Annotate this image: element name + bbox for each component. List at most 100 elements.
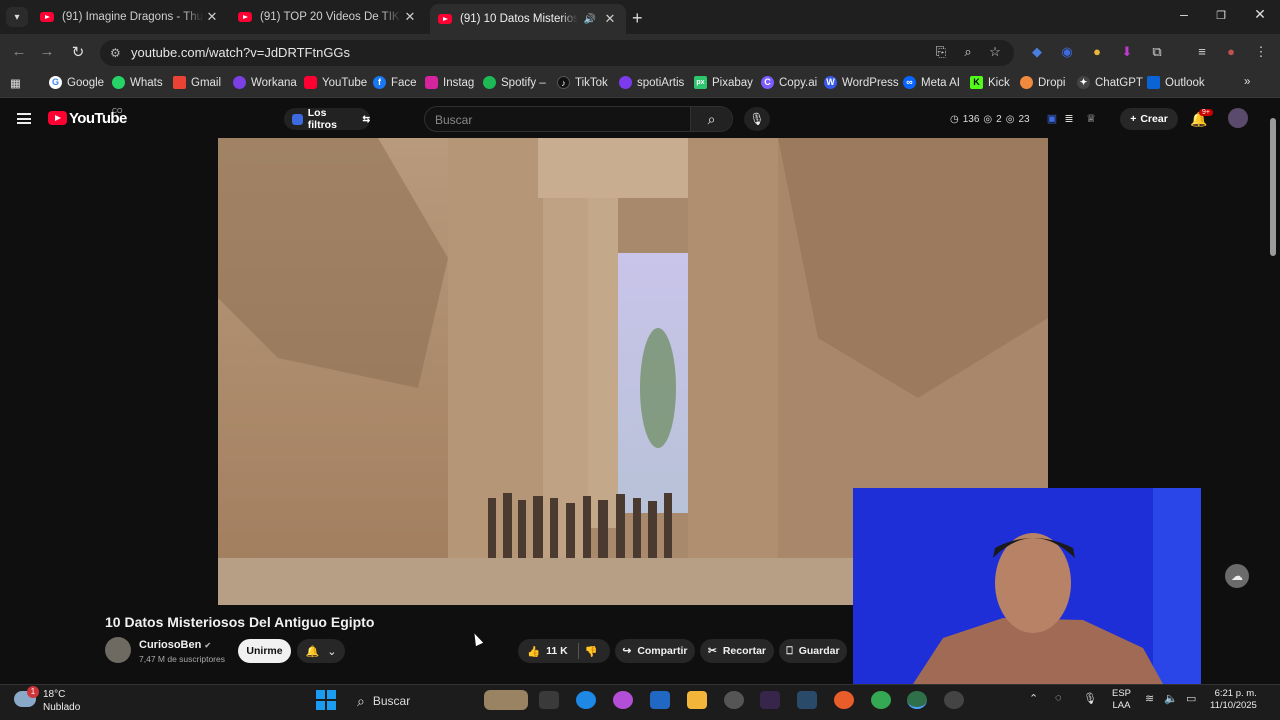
- chrome-icon[interactable]: [871, 691, 891, 709]
- minimize-button[interactable]: –: [1169, 6, 1199, 22]
- tab-search-menu-button[interactable]: ▾: [6, 7, 28, 27]
- audio-playing-icon[interactable]: 🔊: [584, 14, 596, 25]
- system-clock[interactable]: 6:21 p. m. 11/10/2025: [1210, 688, 1257, 712]
- extension-download-icon[interactable]: ⬇: [1118, 44, 1136, 60]
- bookmark-metaai[interactable]: ∞ Meta AI: [903, 76, 960, 89]
- bookmark-whats[interactable]: Whats: [112, 76, 163, 89]
- menu-hamburger-icon[interactable]: [17, 113, 31, 124]
- account-avatar[interactable]: [1228, 108, 1248, 128]
- channel-avatar[interactable]: [105, 637, 131, 663]
- mouse-cursor: [470, 631, 484, 647]
- close-window-button[interactable]: ✕: [1245, 6, 1275, 23]
- site-settings-icon[interactable]: ⚙: [110, 46, 121, 60]
- search-placeholder: Buscar: [435, 113, 473, 127]
- profile-avatar-icon[interactable]: ●: [1222, 44, 1240, 59]
- volume-icon[interactable]: 🔈: [1164, 692, 1178, 705]
- task-view-icon[interactable]: [539, 691, 559, 709]
- forward-button[interactable]: →: [37, 43, 57, 60]
- obs-recording-icon[interactable]: [944, 691, 964, 709]
- tab-close-icon[interactable]: ✕: [402, 9, 418, 25]
- vidiq-badge-icon[interactable]: ▣: [1043, 112, 1061, 125]
- bookmark-wordpress[interactable]: W WordPress: [824, 76, 899, 89]
- scrollbar-thumb[interactable]: [1270, 118, 1276, 256]
- extension-tag-icon[interactable]: ◆: [1028, 44, 1046, 60]
- battery-icon[interactable]: ▭: [1186, 692, 1196, 705]
- bookmark-spotiartis[interactable]: spotiArtis: [619, 76, 684, 89]
- tab-close-icon[interactable]: ✕: [204, 9, 220, 25]
- voice-search-mic-icon[interactable]: 🎙: [744, 107, 770, 131]
- edge-icon[interactable]: [576, 691, 596, 709]
- save-button[interactable]: ⎕ Guardar: [779, 639, 847, 663]
- search-highlight-image[interactable]: [484, 690, 528, 710]
- zoom-icon[interactable]: ⌕: [959, 44, 977, 60]
- chrome-active-icon[interactable]: [907, 691, 927, 709]
- address-bar[interactable]: ⚙ youtube.com/watch?v=JdDRTFtnGGs: [100, 40, 1014, 66]
- bookmark-dropi[interactable]: Dropi: [1020, 76, 1065, 89]
- back-button[interactable]: ←: [9, 43, 29, 60]
- install-app-icon[interactable]: ⎘: [932, 44, 950, 60]
- dislike-thumb-icon[interactable]: 👎: [585, 645, 598, 658]
- bookmark-youtube[interactable]: YouTube: [304, 76, 367, 89]
- new-tab-button[interactable]: +: [632, 8, 643, 29]
- bookmark-outlook[interactable]: Outlook: [1147, 76, 1205, 89]
- extension-vidiq-icon[interactable]: ◉: [1058, 44, 1076, 60]
- tray-chevron-up-icon[interactable]: ⌃: [1029, 692, 1038, 705]
- microphone-icon[interactable]: 🎙: [1083, 692, 1097, 705]
- browser-tab-3-active[interactable]: (91) 10 Datos Misteriosos De 🔊 ✕: [430, 4, 626, 34]
- bookmark-tiktok[interactable]: ♪ TikTok: [557, 76, 608, 89]
- bookmark-kick[interactable]: K Kick: [970, 76, 1010, 89]
- search-input[interactable]: Buscar ⌕: [424, 106, 733, 132]
- store-icon[interactable]: [650, 691, 670, 709]
- snipping-tool-icon[interactable]: [797, 691, 817, 709]
- floating-assistant-icon[interactable]: ☁: [1225, 564, 1249, 588]
- bookmark-spotify[interactable]: Spotify –: [483, 76, 546, 89]
- more-bookmarks-button[interactable]: »: [1244, 76, 1250, 88]
- bookmark-copyai[interactable]: C Copy.ai: [761, 76, 817, 89]
- list-icon[interactable]: ≣: [1060, 112, 1078, 125]
- browser-tab-1[interactable]: (91) Imagine Dragons - Thunder ✕: [32, 4, 228, 30]
- browser-menu-icon[interactable]: ⋮: [1252, 44, 1270, 60]
- bookmark-google[interactable]: G Google: [49, 76, 104, 89]
- search-button[interactable]: ⌕: [690, 107, 732, 131]
- eye-icon: ◎: [983, 113, 993, 125]
- subscription-bell-button[interactable]: 🔔 ⌄: [297, 639, 345, 663]
- extensions-puzzle-icon[interactable]: ⧉: [1148, 44, 1166, 60]
- tab-close-icon[interactable]: ✕: [602, 11, 618, 27]
- bookmark-face[interactable]: f Face: [373, 76, 417, 89]
- extension-color-icon[interactable]: ●: [1088, 44, 1106, 59]
- notifications-badge: 9+: [1199, 109, 1213, 116]
- like-dislike-group[interactable]: 👍 11 K 👎: [518, 639, 610, 663]
- like-thumb-icon[interactable]: 👍: [527, 645, 540, 658]
- media-controls-icon[interactable]: ≡: [1193, 44, 1211, 59]
- bookmark-gmail[interactable]: Gmail: [173, 76, 221, 89]
- firefox-icon[interactable]: [834, 691, 854, 709]
- bookmark-workana[interactable]: Workana: [233, 76, 297, 89]
- restore-button[interactable]: ❐: [1206, 9, 1236, 22]
- copilot-icon[interactable]: [613, 691, 633, 709]
- windows-start-icon[interactable]: [316, 690, 336, 710]
- bookmark-chatgpt[interactable]: ✦ ChatGPT: [1077, 76, 1143, 89]
- filters-button[interactable]: Los filtros ⇆: [284, 107, 370, 131]
- whatsapp-icon: [112, 76, 125, 89]
- join-button[interactable]: Unirme: [238, 639, 291, 663]
- reload-button[interactable]: ↻: [68, 43, 88, 61]
- wifi-icon[interactable]: ≋: [1145, 692, 1154, 705]
- tray-app-icon[interactable]: ◌: [1055, 692, 1062, 704]
- share-button[interactable]: ↪ Compartir: [615, 639, 695, 663]
- trophy-icon[interactable]: ♕: [1082, 112, 1100, 125]
- weather-widget[interactable]: 18°C Nublado: [43, 688, 80, 714]
- bookmark-star-icon[interactable]: ☆: [986, 44, 1004, 60]
- youtube-logo-icon[interactable]: [48, 111, 67, 125]
- channel-name[interactable]: CuriosoBen ✔: [139, 639, 211, 651]
- file-explorer-icon[interactable]: [687, 691, 707, 709]
- clip-button[interactable]: ✂ Recortar: [700, 639, 774, 663]
- language-indicator[interactable]: ESP LAA: [1112, 688, 1131, 712]
- create-button[interactable]: + Crear: [1120, 108, 1178, 130]
- bookmark-instag[interactable]: Instag: [425, 76, 474, 89]
- browser-tab-2[interactable]: (91) TOP 20 Videos De TIKTOK ✕: [230, 4, 426, 30]
- bookmark-pixabay[interactable]: px Pixabay: [694, 76, 753, 89]
- url-text[interactable]: youtube.com/watch?v=JdDRTFtnGGs: [131, 45, 350, 60]
- app-hexagon-icon[interactable]: [724, 691, 744, 709]
- apps-grid-icon[interactable]: ▦: [10, 76, 21, 90]
- capcut-icon[interactable]: [760, 691, 780, 709]
